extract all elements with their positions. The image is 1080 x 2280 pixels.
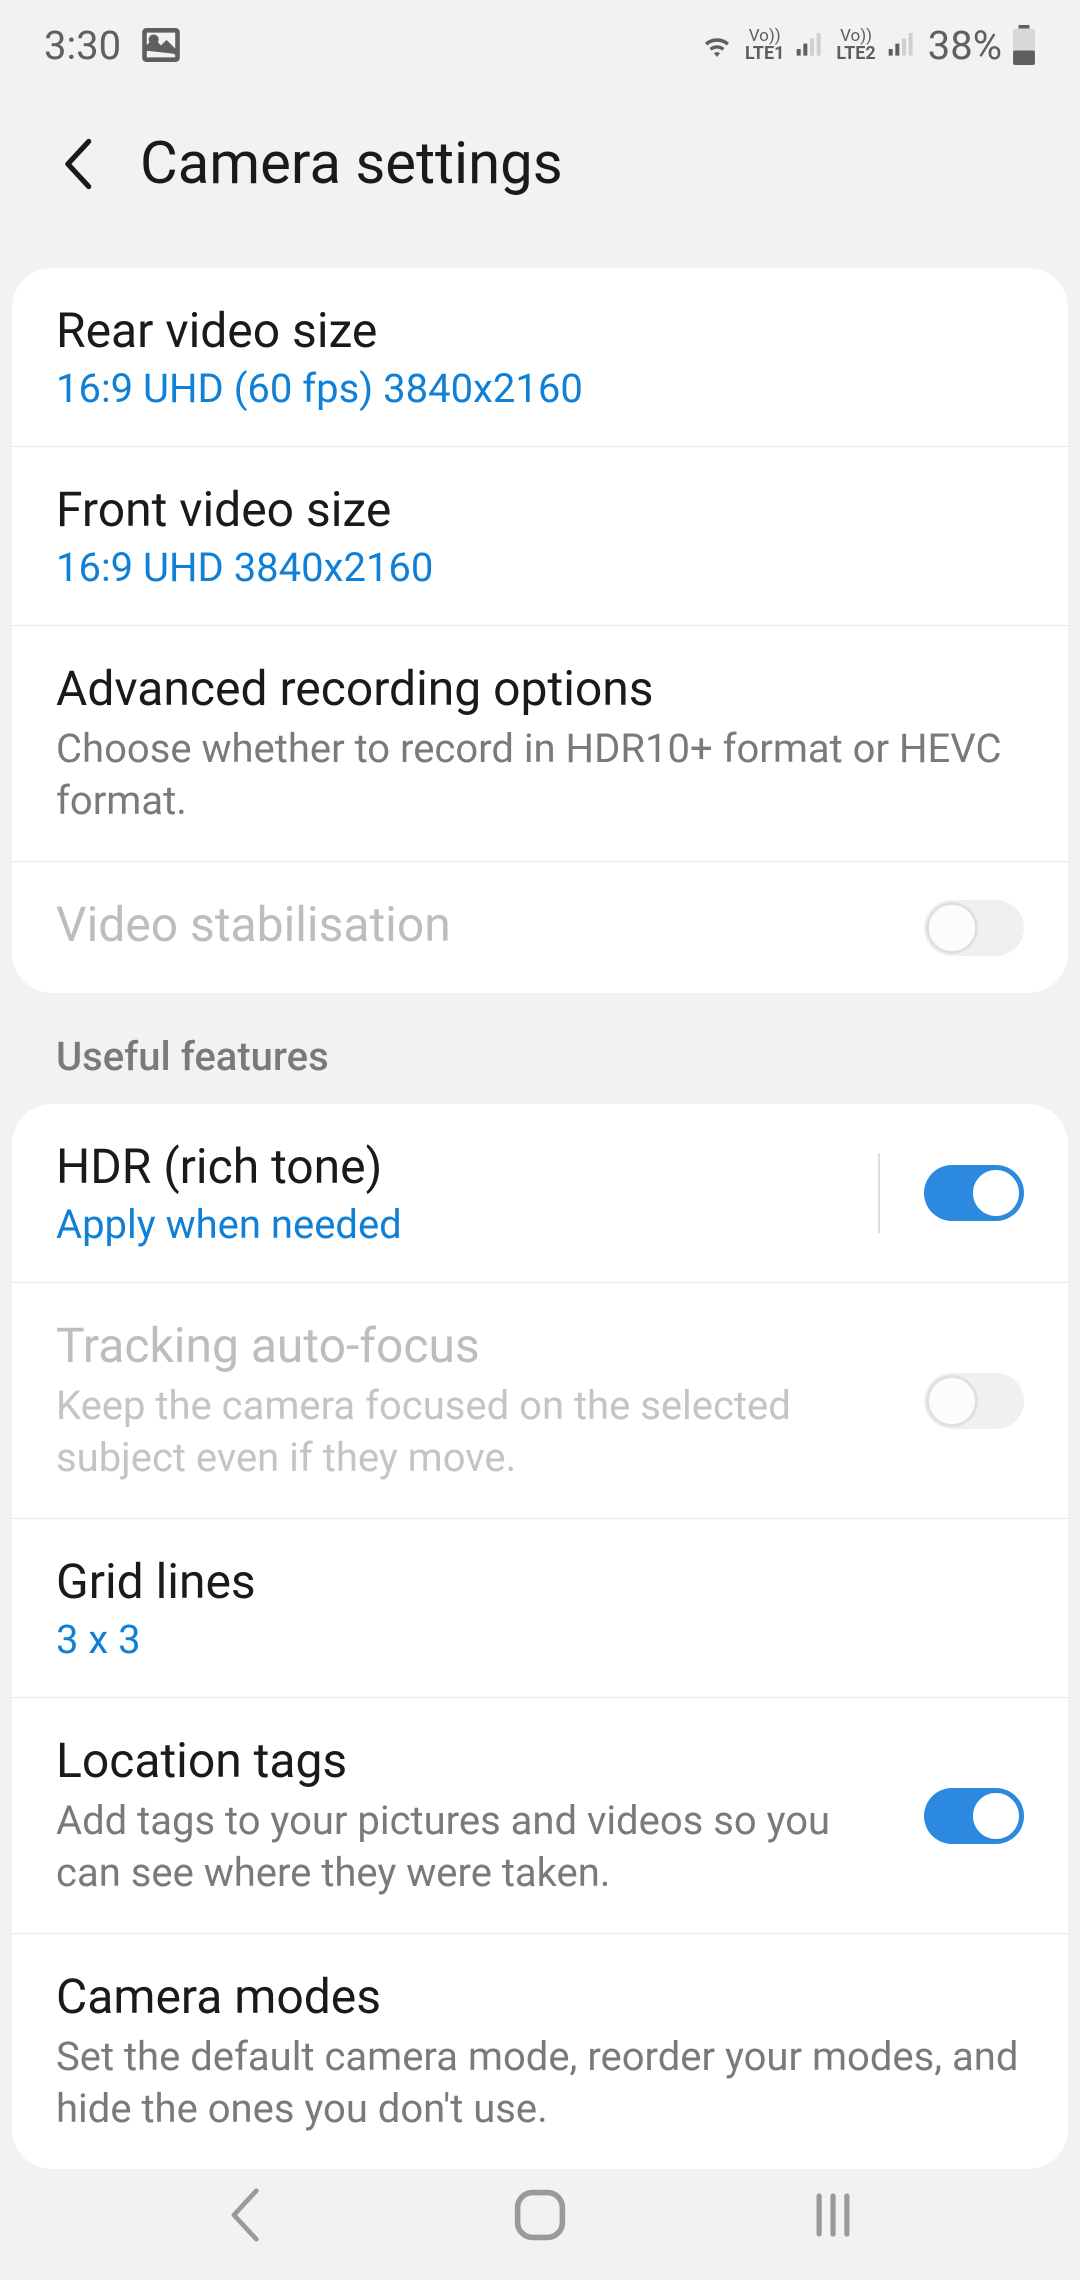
setting-value: Apply when needed [56, 1201, 858, 1248]
nav-back-button[interactable] [207, 2175, 287, 2255]
hdr-toggle[interactable] [924, 1165, 1024, 1221]
picture-icon [139, 23, 183, 67]
nav-recents-button[interactable] [793, 2175, 873, 2255]
video-settings-card: Rear video size 16:9 UHD (60 fps) 3840x2… [12, 268, 1068, 993]
grid-lines-row[interactable]: Grid lines 3 x 3 [12, 1519, 1068, 1698]
setting-title: Front video size [56, 481, 1024, 538]
video-stabilisation-row: Video stabilisation [12, 862, 1068, 993]
setting-value: 16:9 UHD (60 fps) 3840x2160 [56, 365, 1024, 412]
setting-title: Tracking auto-focus [56, 1317, 904, 1374]
page-title: Camera settings [140, 130, 563, 198]
video-stabilisation-toggle [924, 900, 1024, 956]
status-bar: 3:30 Vo)) LTE1 Vo)) LTE2 38% [0, 0, 1080, 90]
battery-icon [1012, 25, 1036, 65]
setting-title: Rear video size [56, 302, 1024, 359]
setting-value: 3 x 3 [56, 1616, 1024, 1663]
setting-desc: Add tags to your pictures and videos so … [56, 1795, 904, 1899]
lte2-indicator: Vo)) LTE2 [836, 28, 875, 63]
signal1-icon [794, 29, 826, 61]
setting-desc: Choose whether to record in HDR10+ forma… [56, 723, 1024, 827]
setting-title: Location tags [56, 1732, 904, 1789]
lte1-indicator: Vo)) LTE1 [745, 28, 784, 63]
setting-title: Camera modes [56, 1968, 1024, 2025]
tracking-autofocus-toggle [924, 1373, 1024, 1429]
rear-video-size-row[interactable]: Rear video size 16:9 UHD (60 fps) 3840x2… [12, 268, 1068, 447]
battery-percent: 38% [928, 22, 1002, 69]
location-tags-toggle[interactable] [924, 1788, 1024, 1844]
useful-features-card: HDR (rich tone) Apply when needed Tracki… [12, 1104, 1068, 2169]
header: Camera settings [0, 90, 1080, 268]
location-tags-row[interactable]: Location tags Add tags to your pictures … [12, 1698, 1068, 1934]
hdr-row[interactable]: HDR (rich tone) Apply when needed [12, 1104, 1068, 1283]
useful-features-label: Useful features [0, 993, 1080, 1104]
signal2-icon [886, 29, 918, 61]
setting-title: Video stabilisation [56, 896, 904, 953]
divider [878, 1153, 880, 1233]
back-button[interactable] [60, 144, 100, 184]
front-video-size-row[interactable]: Front video size 16:9 UHD 3840x2160 [12, 447, 1068, 626]
camera-modes-row[interactable]: Camera modes Set the default camera mode… [12, 1934, 1068, 2169]
setting-desc: Set the default camera mode, reorder you… [56, 2031, 1024, 2135]
navigation-bar [0, 2150, 1080, 2280]
setting-title: Advanced recording options [56, 660, 1024, 717]
setting-desc: Keep the camera focused on the selected … [56, 1380, 904, 1484]
setting-value: 16:9 UHD 3840x2160 [56, 544, 1024, 591]
nav-home-button[interactable] [500, 2175, 580, 2255]
status-time: 3:30 [44, 22, 121, 69]
wifi-icon [699, 27, 735, 63]
setting-title: HDR (rich tone) [56, 1138, 858, 1195]
advanced-recording-row[interactable]: Advanced recording options Choose whethe… [12, 626, 1068, 862]
setting-title: Grid lines [56, 1553, 1024, 1610]
tracking-autofocus-row: Tracking auto-focus Keep the camera focu… [12, 1283, 1068, 1519]
